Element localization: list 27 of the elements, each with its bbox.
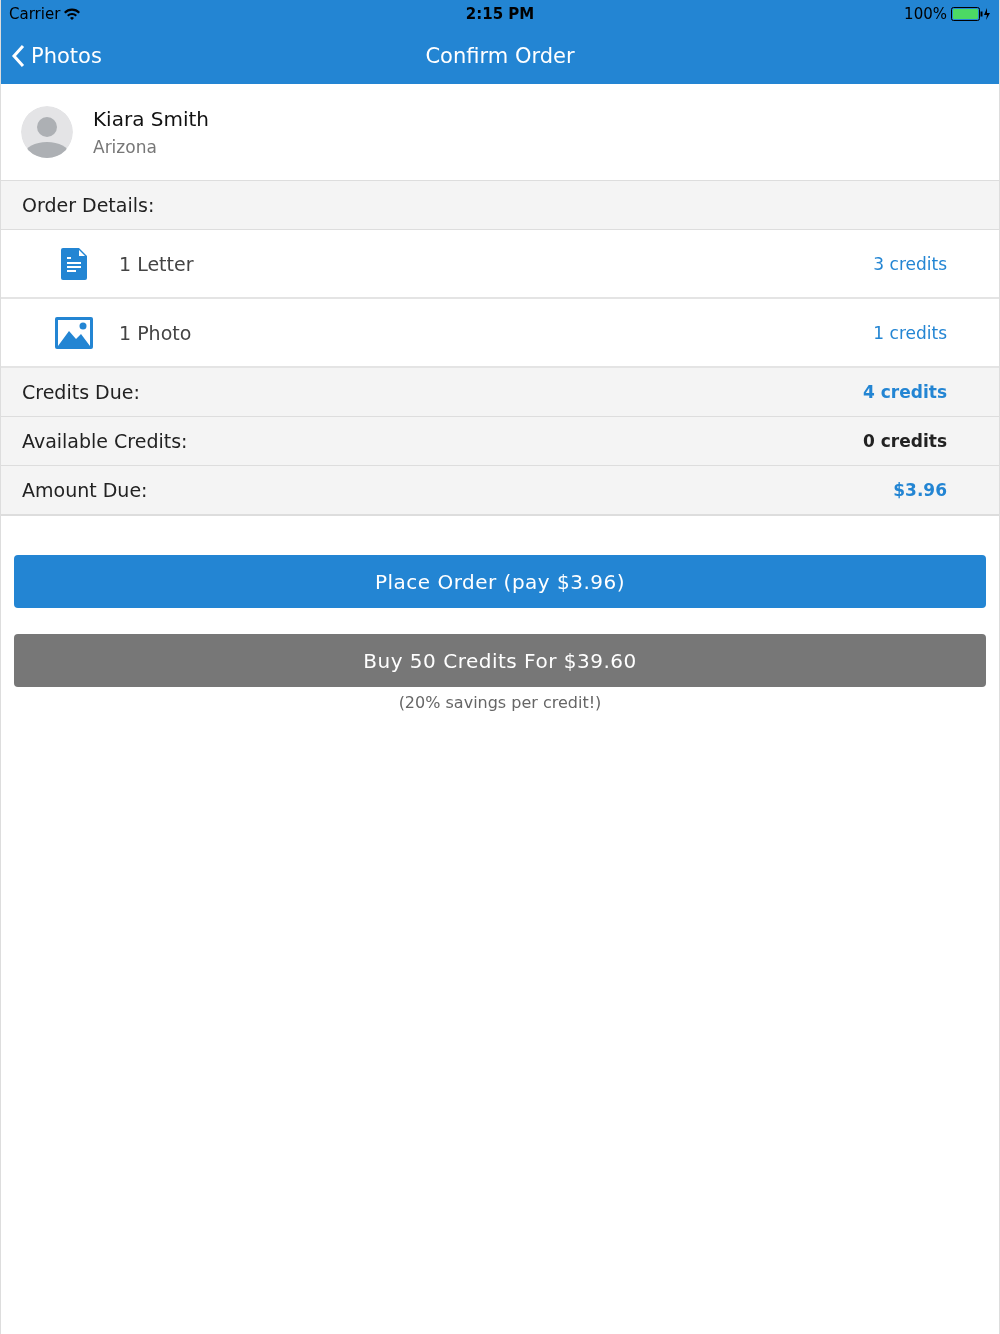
avatar-icon <box>21 106 73 158</box>
image-icon <box>55 316 93 349</box>
carrier-label: Carrier <box>9 5 61 23</box>
item-credits: 3 credits <box>873 253 947 274</box>
summary-label: Credits Due: <box>22 381 140 403</box>
document-icon <box>61 247 87 280</box>
summary-value: 4 credits <box>863 382 947 402</box>
back-button[interactable]: Photos <box>11 28 102 84</box>
item-label: 1 Photo <box>119 321 192 344</box>
buy-credits-button[interactable]: Buy 50 Credits For $39.60 <box>14 634 986 687</box>
item-credits: 1 credits <box>873 322 947 343</box>
summary-label: Available Credits: <box>22 430 188 452</box>
item-label: 1 Letter <box>119 252 194 275</box>
place-order-button[interactable]: Place Order (pay $3.96) <box>14 555 986 608</box>
customer-location: Arizona <box>93 137 158 157</box>
savings-note: (20% savings per credit!) <box>397 693 603 712</box>
summary-label: Amount Due: <box>22 479 148 501</box>
screen-title: Confirm Order <box>425 44 575 68</box>
customer-name: Kiara Smith <box>93 107 209 131</box>
section-title: Order Details: <box>22 194 155 216</box>
wifi-icon <box>64 8 81 20</box>
battery-percent: 100% <box>904 5 947 23</box>
chevron-left-icon <box>11 44 25 68</box>
summary-value: 0 credits <box>863 431 947 451</box>
battery-icon <box>951 7 991 21</box>
summary-value: $3.96 <box>893 480 947 500</box>
status-time: 2:15 PM <box>465 5 535 23</box>
